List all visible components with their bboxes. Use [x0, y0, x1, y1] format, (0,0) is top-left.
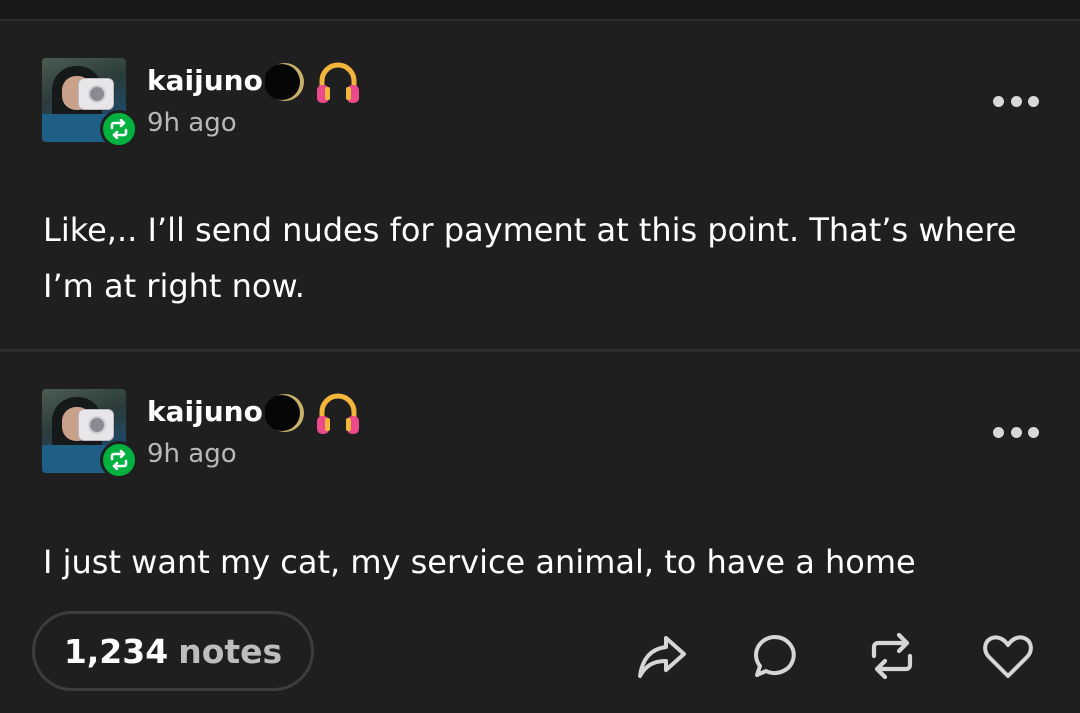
moon-icon	[265, 394, 304, 432]
share-icon[interactable]	[636, 630, 688, 682]
post-2: kaijuno 9h ago I just want my cat, my se…	[0, 352, 1080, 713]
reblog-badge-icon	[100, 110, 138, 148]
like-icon[interactable]	[982, 630, 1034, 682]
notes-count: 1,234	[63, 631, 169, 671]
username[interactable]: kaijuno	[147, 395, 263, 428]
reply-icon[interactable]	[749, 630, 801, 682]
moon-icon	[265, 63, 304, 101]
post-1: kaijuno 9h ago Like,.. I’ll send nudes f…	[0, 21, 1080, 349]
post-body: I just want my cat, my service animal, t…	[43, 543, 916, 581]
reblog-badge-icon	[100, 441, 138, 479]
timestamp: 9h ago	[147, 108, 237, 138]
post-body: Like,.. I’ll send nudes for payment at t…	[43, 211, 1017, 305]
notes-label: notes	[178, 631, 283, 671]
username[interactable]: kaijuno	[147, 64, 263, 97]
headphones-icon	[317, 393, 359, 434]
headphones-icon	[317, 62, 359, 103]
reblog-icon[interactable]	[866, 630, 918, 682]
notes-button[interactable]: 1,234 notes	[32, 611, 314, 691]
more-options-icon[interactable]	[993, 425, 1039, 439]
avatar[interactable]	[42, 58, 138, 148]
more-options-icon[interactable]	[993, 94, 1039, 108]
timestamp: 9h ago	[147, 439, 237, 469]
previous-post-edge	[0, 0, 1080, 19]
avatar[interactable]	[42, 389, 138, 479]
